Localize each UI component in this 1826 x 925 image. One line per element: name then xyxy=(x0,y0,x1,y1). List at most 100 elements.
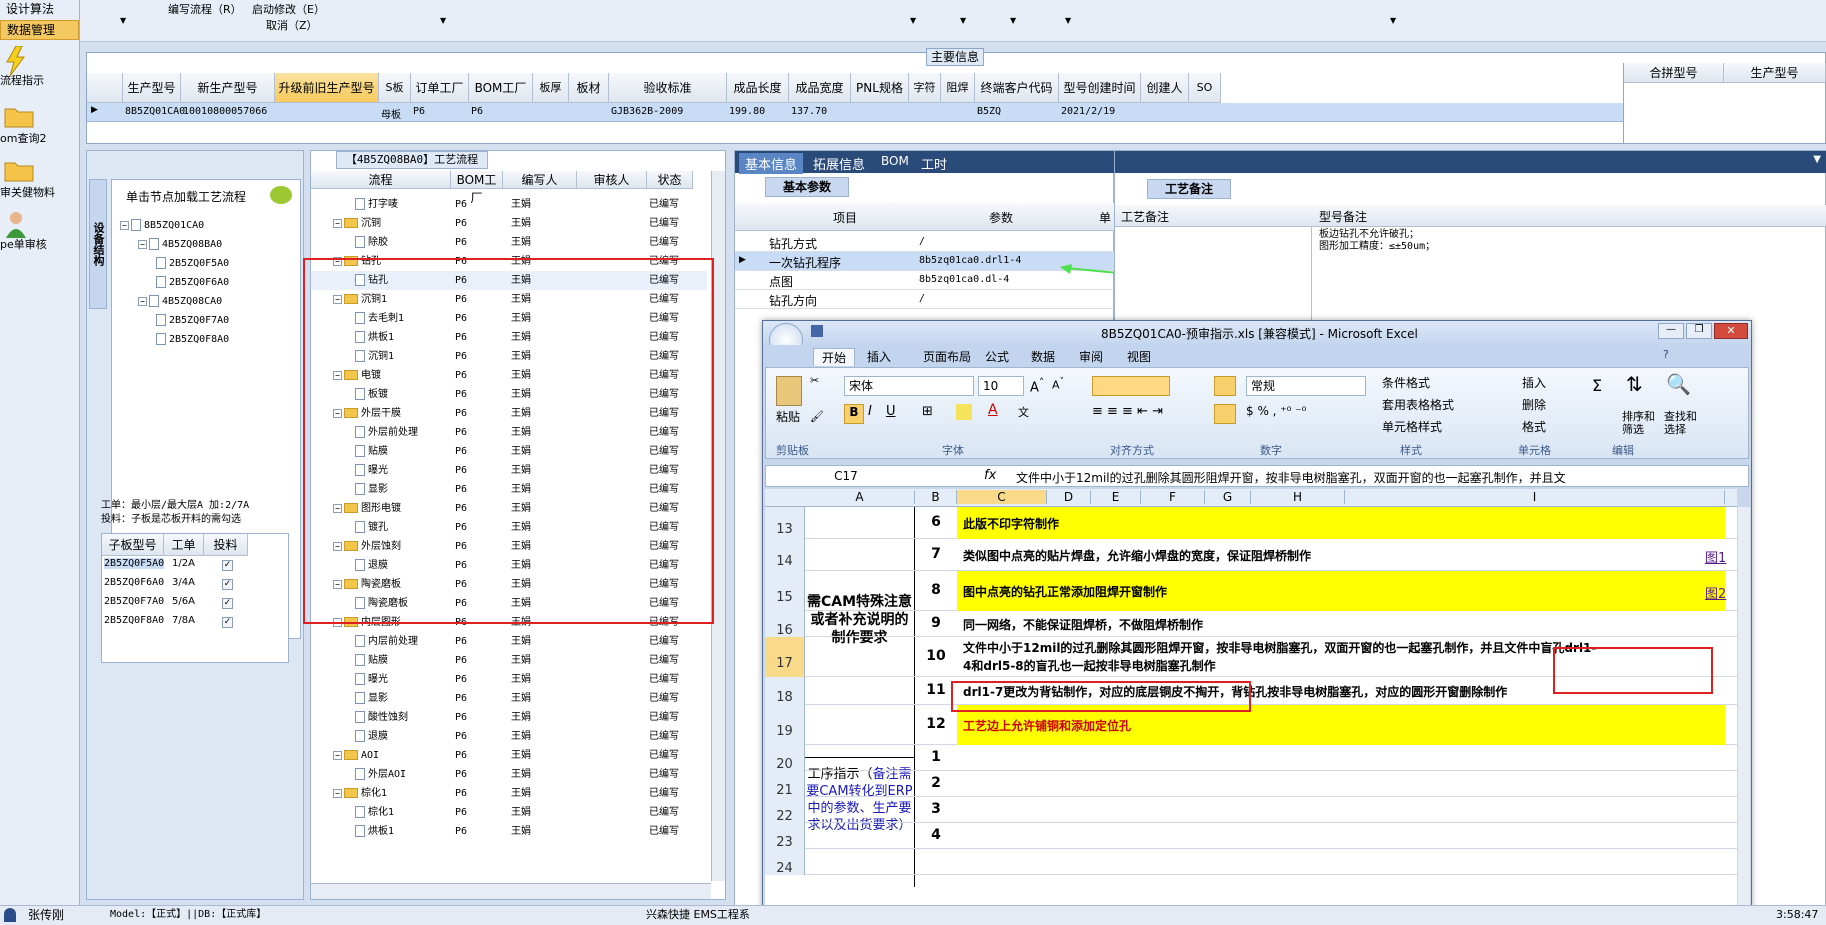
column-header[interactable]: PNL规格 xyxy=(851,73,909,103)
minimize-button[interactable]: — xyxy=(1658,323,1684,339)
font-name-select[interactable]: 宋体 xyxy=(844,376,974,396)
fx-icon[interactable]: fx xyxy=(984,468,996,483)
formula-input[interactable]: 文件中小于12mil的过孔删除其圆形阻焊开窗，按非导电树脂塞孔，双面开窗的也一起… xyxy=(1016,469,1721,486)
comment-icon[interactable] xyxy=(270,186,292,204)
requirement-text[interactable]: 文件中小于12mil的过孔删除其圆形阻焊开窗，按非导电树脂塞孔，双面开窗的也一起… xyxy=(963,639,1596,656)
sheet-row[interactable]: 15 8 图中点亮的钻孔正常添加阻焊开窗制作 图2 xyxy=(765,571,1737,611)
flow-row[interactable]: 除胶 P6 王娟 已编写 xyxy=(311,233,707,252)
flow-row[interactable]: − AOI P6 王娟 已编写 xyxy=(311,746,707,765)
bold-button[interactable]: B xyxy=(844,404,864,424)
ribbon-tab[interactable]: 开始 xyxy=(813,348,856,366)
expand-toggle-icon[interactable]: − xyxy=(120,220,129,230)
ribbon-tab[interactable]: 页面布局 xyxy=(923,348,971,365)
figure-link[interactable]: 图1 xyxy=(1705,547,1726,566)
nav-data-management[interactable]: 数据管理 xyxy=(0,20,79,40)
ribbon-tab[interactable]: 公式 xyxy=(985,348,1009,365)
column-letter[interactable]: E xyxy=(1091,490,1141,504)
sheet-row[interactable]: 23 4 xyxy=(765,823,1737,850)
dropdown-arrow-icon[interactable]: ▼ xyxy=(440,16,446,25)
cut-icon[interactable]: ✂ xyxy=(810,374,819,387)
sheet-row[interactable]: 16 9 同一网络，不能保证阻焊桥，不做阻焊桥制作 xyxy=(765,611,1737,638)
column-letter[interactable]: B xyxy=(915,490,957,504)
feed-checkbox[interactable]: ✓ xyxy=(222,617,233,628)
column-letter[interactable]: C xyxy=(957,490,1047,504)
node-checkbox[interactable] xyxy=(149,295,159,307)
flow-row[interactable]: 曝光 P6 王娟 已编写 xyxy=(311,670,707,689)
sub-board-model[interactable]: 2B5ZQ0F8A0 xyxy=(104,615,164,626)
collapse-toggle-icon[interactable]: − xyxy=(333,788,342,798)
param-row[interactable]: 钻孔方式 / xyxy=(735,233,1115,252)
merge-icon[interactable] xyxy=(1214,404,1236,424)
format-painter-icon[interactable]: 🖌 xyxy=(810,410,824,423)
conditional-format-button[interactable]: 条件格式 xyxy=(1382,374,1430,391)
dropdown-arrow-icon[interactable]: ▼ xyxy=(1065,16,1071,25)
column-header[interactable]: 板材 xyxy=(569,73,609,103)
font-size-select[interactable]: 10 xyxy=(978,376,1024,396)
nav-flow-indication[interactable]: 流程指示 xyxy=(0,45,80,88)
align-top-buttons[interactable] xyxy=(1092,376,1170,396)
wrap-text-icon[interactable] xyxy=(1214,376,1236,396)
menu-cancel[interactable]: 取消（Z） xyxy=(266,17,318,33)
tree-node[interactable]: − 8B5ZQ01CA0 xyxy=(120,216,204,235)
cell-style-button[interactable]: 单元格样式 xyxy=(1382,418,1442,435)
flow-row[interactable]: 退膜 P6 王娟 已编写 xyxy=(311,727,707,746)
column-header[interactable]: BOM工厂 xyxy=(469,73,533,103)
tab-process-remark[interactable]: 工艺备注 xyxy=(1147,179,1231,199)
expand-toggle-icon[interactable]: − xyxy=(138,296,147,306)
sub-board-model[interactable]: 2B5ZQ0F6A0 xyxy=(104,577,164,588)
sheet-row[interactable]: 20 1 xyxy=(765,745,1737,772)
tree-node[interactable]: 2B5ZQ0F7A0 xyxy=(156,311,229,330)
sheet-row[interactable]: 14 7 类似图中点亮的贴片焊盘，允许缩小焊盘的宽度，保证阻焊桥制作 图1 xyxy=(765,539,1737,571)
column-header[interactable]: 新生产型号 xyxy=(181,73,275,103)
param-row[interactable]: ▶ 一次钻孔程序 8b5zq01ca0.drl1-4 xyxy=(735,252,1115,271)
help-icon[interactable]: ? xyxy=(1663,348,1669,361)
tree-node[interactable]: − 4B5ZQ08BA0 xyxy=(138,235,222,254)
tab-work-hours[interactable]: 工时 xyxy=(921,154,947,173)
tab-basic-params[interactable]: 基本参数 xyxy=(765,177,849,197)
column-header[interactable]: 板厚 xyxy=(533,73,569,103)
flow-row[interactable]: 外层AOI P6 王娟 已编写 xyxy=(311,765,707,784)
requirement-text[interactable]: 类似图中点亮的贴片焊盘，允许缩小焊盘的宽度，保证阻焊桥制作 xyxy=(963,547,1311,564)
collapse-toggle-icon[interactable]: − xyxy=(333,750,342,760)
tree-side-tab[interactable]: 设备结构 xyxy=(89,179,107,309)
align-buttons[interactable]: ≡ ≡ ≡ ⇤ ⇥ xyxy=(1092,404,1202,424)
column-letter[interactable]: H xyxy=(1251,490,1345,504)
tree-node[interactable]: 2B5ZQ0F5A0 xyxy=(156,254,229,273)
flow-row[interactable]: 显影 P6 王娟 已编写 xyxy=(311,689,707,708)
flow-row[interactable]: 贴膜 P6 王娟 已编写 xyxy=(311,651,707,670)
delete-cells-button[interactable]: 删除 xyxy=(1522,396,1546,413)
expand-toggle-icon[interactable]: − xyxy=(138,239,147,249)
main-info-row[interactable]: ▶ 8B5ZQ01CA0 10010800057066 母板 P6 P6 GJB362B-… xyxy=(87,103,1623,122)
flow-row[interactable]: 棕化1 P6 王娟 已编写 xyxy=(311,803,707,822)
sort-filter-button[interactable]: 排序和筛选 xyxy=(1622,410,1660,436)
column-letter[interactable]: F xyxy=(1141,490,1205,504)
tab-extended-info[interactable]: 拓展信息 xyxy=(813,154,865,173)
excel-vertical-scrollbar[interactable] xyxy=(1738,507,1750,925)
column-letter[interactable]: G xyxy=(1205,490,1251,504)
feed-checkbox[interactable]: ✓ xyxy=(222,598,233,609)
ribbon-tab[interactable]: 数据 xyxy=(1031,348,1055,365)
paste-icon[interactable] xyxy=(776,376,802,406)
column-header[interactable]: 字符 xyxy=(909,73,941,103)
dropdown-arrow-icon[interactable]: ▼ xyxy=(1010,16,1016,25)
dropdown-arrow-icon[interactable]: ▼ xyxy=(960,16,966,25)
column-header[interactable]: 验收标准 xyxy=(609,73,727,103)
nav-type-review[interactable]: pe单审核 xyxy=(0,210,80,252)
border-icon[interactable]: ⊞ xyxy=(922,404,933,419)
menu-start-modify[interactable]: 启动修改（E） xyxy=(252,1,325,17)
sheet-row[interactable]: 24 xyxy=(765,849,1737,876)
format-as-table-button[interactable]: 套用表格格式 xyxy=(1382,396,1454,413)
column-header[interactable]: 升级前旧生产型号 xyxy=(275,73,379,103)
find-icon[interactable]: 🔍 xyxy=(1666,372,1691,396)
requirement-text[interactable]: 工艺边上允许铺铜和添加定位孔 xyxy=(963,717,1131,734)
name-box[interactable]: C17 xyxy=(776,469,916,483)
dropdown-arrow-icon[interactable]: ▼ xyxy=(1813,154,1821,165)
number-format-select[interactable]: 常规 xyxy=(1246,376,1366,396)
column-header[interactable]: S板 xyxy=(379,73,411,103)
format-cells-button[interactable]: 格式 xyxy=(1522,418,1546,435)
sheet-row[interactable]: 22 3 xyxy=(765,797,1737,824)
dropdown-arrow-icon[interactable]: ▼ xyxy=(120,16,126,25)
sub-board-model[interactable]: 2B5ZQ0F5A0 xyxy=(104,558,165,569)
column-header[interactable]: 生产型号 xyxy=(123,73,181,103)
node-checkbox[interactable] xyxy=(156,314,166,326)
